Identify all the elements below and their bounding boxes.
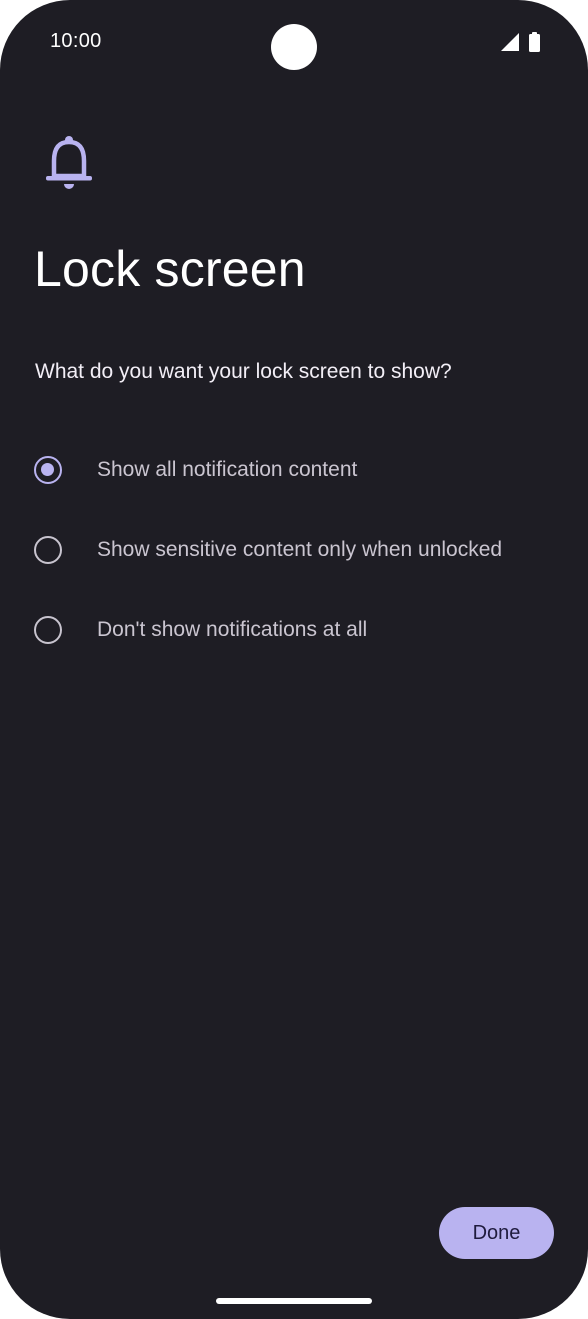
page-subtitle: What do you want your lock screen to sho… bbox=[35, 360, 452, 383]
option-sensitive-when-unlocked[interactable]: Show sensitive content only when unlocke… bbox=[20, 512, 580, 588]
option-label: Show sensitive content only when unlocke… bbox=[97, 538, 503, 561]
page-title: Lock screen bbox=[34, 241, 306, 297]
option-show-all-content[interactable]: Show all notification content bbox=[20, 432, 580, 508]
radio-sensitive-when-unlocked[interactable] bbox=[34, 536, 62, 564]
option-dont-show-notifications[interactable]: Don't show notifications at all bbox=[20, 592, 580, 668]
option-label: Show all notification content bbox=[97, 458, 358, 481]
option-label: Don't show notifications at all bbox=[97, 618, 368, 641]
radio-dont-show-notifications[interactable] bbox=[34, 616, 62, 644]
radio-show-all-content[interactable] bbox=[34, 456, 62, 484]
status-icons bbox=[501, 32, 540, 52]
phone-screen: 10:00 Lock screen What do you want your … bbox=[0, 0, 588, 1319]
status-bar: 10:00 bbox=[0, 0, 588, 90]
camera-cutout bbox=[271, 24, 317, 70]
cellular-signal-icon bbox=[501, 33, 519, 51]
status-time: 10:00 bbox=[50, 30, 102, 52]
bell-icon bbox=[44, 134, 94, 194]
home-indicator[interactable] bbox=[216, 1298, 372, 1304]
battery-icon bbox=[529, 32, 540, 52]
done-button[interactable]: Done bbox=[439, 1207, 554, 1259]
